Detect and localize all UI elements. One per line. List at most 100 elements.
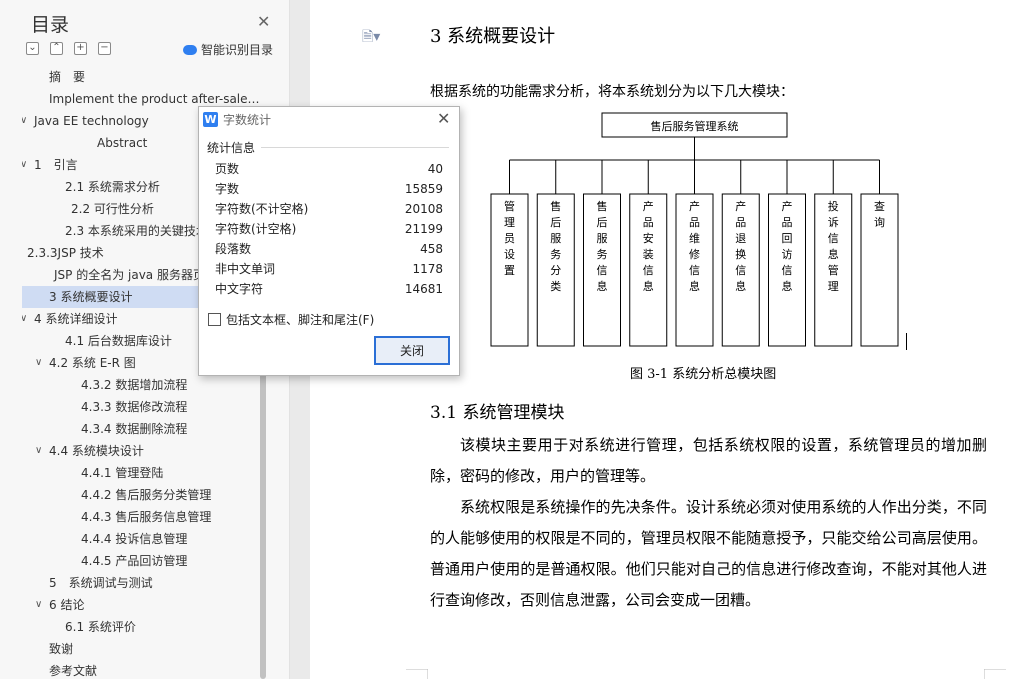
stat-row: 字符数(不计空格) 20108 (215, 199, 443, 219)
outline-item-label: 4 系统详细设计 (34, 312, 118, 326)
paragraph-1: 该模块主要用于对系统进行管理，包括系统权限的设置，系统管理员的增加删除，密码的修… (430, 436, 987, 485)
outline-item-label: 4.4.2 售后服务分类管理 (81, 488, 212, 502)
dialog-close-icon[interactable]: ✕ (437, 109, 450, 128)
diagram-module-box: 查询 (860, 193, 899, 347)
outline-item-label: 5 系统调试与测试 (49, 576, 153, 590)
paragraph-2: 系统权限是系统操作的先决条件。设计系统必须对使用系统的人作出分类，不同的人能够使… (430, 498, 987, 609)
module-diagram: 售后服务管理系统 管理员设置售后服务分类售后服务信息产品安装信息产品维修信息产品… (490, 112, 899, 347)
outline-item-label: 3 系统概要设计 (49, 290, 133, 304)
caret-down-icon[interactable]: ∨ (35, 440, 42, 462)
stat-label: 字符数(计空格) (215, 222, 297, 236)
outline-item[interactable]: 4.3.3 数据修改流程 (22, 396, 262, 418)
stat-label: 页数 (215, 162, 240, 176)
section-divider (261, 147, 449, 148)
checkbox-label: 包括文本框、脚注和尾注(F) (226, 313, 375, 327)
diagram-root-box: 售后服务管理系统 (601, 112, 788, 138)
outline-item-label: 2.2 可行性分析 (71, 202, 154, 216)
stat-row: 段落数 458 (215, 239, 443, 259)
caret-down-icon[interactable]: ∨ (35, 594, 42, 616)
outline-item-label: 4.4.4 投诉信息管理 (81, 532, 188, 546)
outline-item-label: 6 结论 (49, 598, 85, 612)
outline-item[interactable]: 6.1 系统评价 (22, 616, 262, 638)
outline-item[interactable]: 4.4.3 售后服务信息管理 (22, 506, 262, 528)
outline-title: 目录 (31, 14, 70, 36)
outline-item-label: Java EE technology (34, 114, 149, 128)
outline-item-label: 2.1 系统需求分析 (65, 180, 160, 194)
stat-value: 15859 (404, 182, 443, 196)
stats-section-label: 统计信息 (207, 141, 256, 155)
outline-item[interactable]: 4.4.2 售后服务分类管理 (22, 484, 262, 506)
stat-value: 14681 (404, 282, 443, 296)
caret-down-icon[interactable]: ∨ (22, 308, 27, 330)
smart-toc-button[interactable]: 智能识别目录 (183, 41, 273, 58)
diagram-module-box: 投诉信息管理 (814, 193, 853, 347)
diagram-module-label: 管理员设置 (504, 199, 515, 277)
stat-value: 458 (420, 242, 443, 256)
word-count-dialog: W 字数统计 ✕ 统计信息 页数 40 字数 15859 字符数(不计空格) 20108 字… (198, 106, 460, 376)
smart-toc-label: 智能识别目录 (201, 43, 274, 57)
document-icon[interactable]: 🗎▾ (362, 26, 380, 50)
outline-item-label: 6.1 系统评价 (65, 620, 136, 634)
outline-item[interactable]: ∨ 4.4 系统模块设计 (22, 440, 262, 462)
diagram-module-box: 产品退换信息 (721, 193, 760, 347)
expand-up-icon[interactable]: ⌃ (50, 42, 63, 55)
stat-label: 字数 (215, 182, 240, 196)
outline-close-icon[interactable]: ✕ (257, 12, 270, 31)
corner-mark (406, 669, 428, 679)
diagram-module-box: 售后服务信息 (583, 193, 621, 347)
remove-heading-icon[interactable]: − (98, 42, 111, 55)
diagram-module-box: 产品回访信息 (768, 193, 806, 347)
include-textbox-checkbox[interactable]: 包括文本框、脚注和尾注(F) (208, 311, 374, 328)
outline-item-label: JSP 的全名为 java 服务器页 (54, 268, 205, 282)
outline-item-label: 4.3.4 数据删除流程 (81, 422, 188, 436)
outline-item[interactable]: 致谢 (22, 638, 262, 660)
outline-scrollbar[interactable] (260, 370, 266, 679)
outline-item[interactable]: 摘 要 (22, 66, 262, 88)
outline-item-label: 2.3 本系统采用的关键技术 (65, 224, 208, 238)
outline-item-label: 摘 要 (49, 70, 86, 84)
outline-item[interactable]: ∨ 6 结论 (22, 594, 262, 616)
cloud-icon (183, 44, 197, 55)
outline-item[interactable]: 4.4.1 管理登陆 (22, 462, 262, 484)
close-button[interactable]: 关闭 (374, 336, 450, 365)
figure-caption: 图 3-1 系统分析总模块图 (630, 367, 777, 382)
outline-item-label: 4.4.5 产品回访管理 (81, 554, 188, 568)
caret-down-icon[interactable]: ∨ (22, 110, 27, 132)
outline-item-label: 4.4.1 管理登陆 (81, 466, 164, 480)
subsection-heading: 3.1 系统管理模块 (430, 403, 565, 423)
outline-item[interactable]: 4.4.5 产品回访管理 (22, 550, 262, 572)
outline-item-label: 4.3.3 数据修改流程 (81, 400, 188, 414)
outline-item-label: 致谢 (49, 642, 74, 656)
add-heading-icon[interactable]: + (74, 42, 87, 55)
outline-item[interactable]: 4.3.4 数据删除流程 (22, 418, 262, 440)
caret-down-icon[interactable]: ∨ (35, 352, 42, 374)
outline-item-label: 2.3.3JSP 技术 (27, 246, 104, 260)
stat-row: 中文字符 14681 (215, 279, 443, 299)
caret-down-icon[interactable]: ∨ (22, 154, 27, 176)
stat-value: 21199 (404, 222, 443, 236)
intro-text: 根据系统的功能需求分析，将本系统划分为以下几大模块： (430, 84, 794, 100)
checkbox-box[interactable] (208, 313, 221, 326)
outline-item[interactable]: 4.3.2 数据增加流程 (22, 374, 262, 396)
stat-row: 字数 15859 (215, 179, 443, 199)
outline-item-label: Abstract (97, 136, 148, 150)
stat-value: 1178 (412, 262, 443, 276)
stat-row: 非中文单词 1178 (215, 259, 443, 279)
outline-item[interactable]: 5 系统调试与测试 (22, 572, 262, 594)
outline-item[interactable]: 参考文献 (22, 660, 262, 679)
outline-item-label: 4.1 后台数据库设计 (65, 334, 172, 348)
stat-value: 20108 (404, 202, 443, 216)
diagram-module-box: 产品维修信息 (675, 193, 714, 347)
outline-item-label: 4.2 系统 E-R 图 (49, 356, 136, 370)
collapse-all-icon[interactable]: ⌄ (26, 42, 39, 55)
stat-label: 非中文单词 (215, 262, 276, 276)
outline-item[interactable]: 4.4.4 投诉信息管理 (22, 528, 262, 550)
stat-label: 字符数(不计空格) (215, 202, 309, 216)
outline-item-label: 1 引言 (34, 158, 78, 172)
diagram-root-label: 售后服务管理系统 (651, 119, 739, 133)
diagram-connectors (509, 137, 880, 194)
diagram-module-box: 售后服务分类 (536, 193, 575, 347)
section-heading: 3 系统概要设计 (430, 26, 556, 47)
stat-label: 中文字符 (215, 282, 264, 296)
wps-logo-icon: W (203, 112, 218, 127)
